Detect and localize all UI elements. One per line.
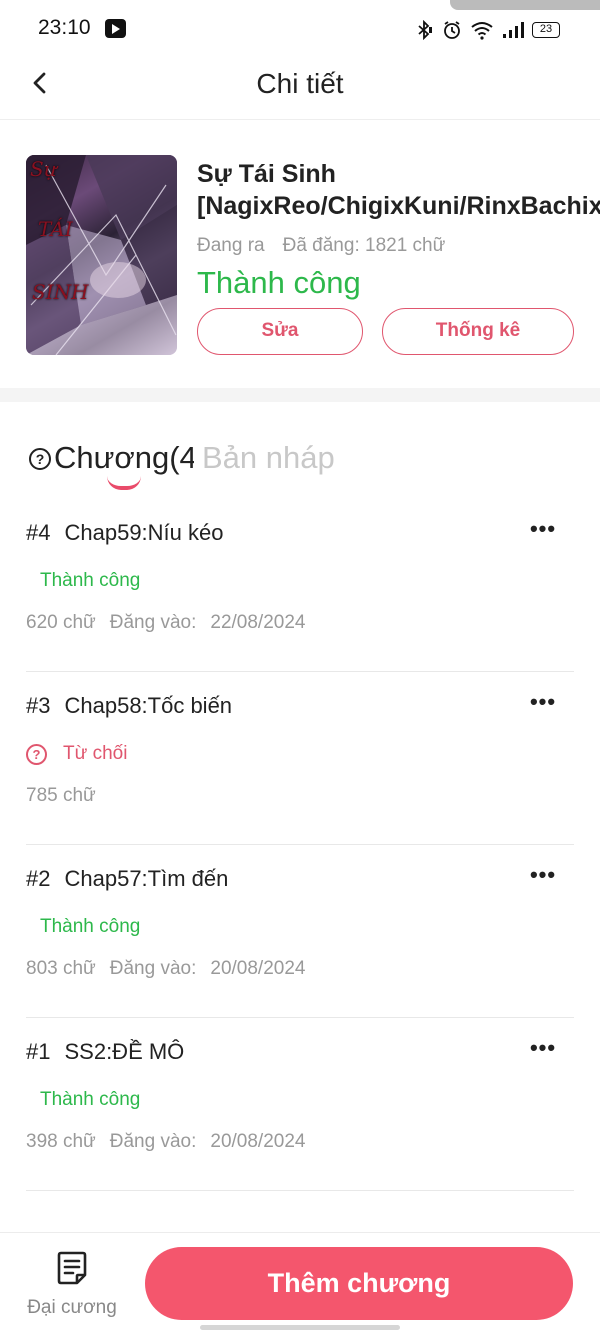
chapter-number: #1 [26,1039,51,1064]
chapter-item[interactable]: #3 Chap58:Tốc biến ••• ? Từ chối 785 chữ [26,671,574,845]
cover-title-text-2: TÁI [38,217,73,241]
tab-drafts[interactable]: Bản nháp [202,440,335,476]
outline-label: Đại cương [27,1297,117,1318]
header: Chi tiết [0,60,600,120]
chapter-posted-label: Đăng vào: [109,958,197,979]
book-meta: Đang ra Đã đăng: 1821 chữ [197,235,445,257]
battery-icon: 23 [532,22,560,38]
chapter-status-text: Từ chối [63,743,128,764]
section-divider [0,388,600,402]
alarm-icon [444,21,460,39]
chapter-item[interactable]: #2 Chap57:Tìm đến ••• Thành công 803 chữ Đ… [26,844,574,1018]
chapter-status: Thành công [40,916,141,937]
more-options-icon[interactable]: ••• [528,864,558,888]
book-review-status: Thành công [197,265,361,300]
chapter-name: Chap58:Tốc biến [64,693,233,718]
bluetooth-icon [418,20,432,40]
status-time: 23:10 [38,16,91,39]
chapter-meta: 620 chữ Đăng vào: 22/08/2024 [26,612,305,634]
more-options-icon[interactable]: ••• [528,518,558,542]
chapter-title: #1 SS2:ĐỀ MÔ [26,1039,184,1065]
chapter-word-count: 803 chữ [26,958,96,979]
media-app-icon [105,19,126,38]
chapter-number: #2 [26,866,51,891]
top-drag-pill [450,0,600,10]
home-indicator [200,1325,400,1330]
chapter-date: 22/08/2024 [210,612,306,633]
chapter-date: 20/08/2024 [210,958,306,979]
chapter-meta: 398 chữ Đăng vào: 20/08/2024 [26,1131,305,1153]
chapter-item[interactable]: #4 Chap59:Níu kéo ••• Thành công 620 chữ Đ… [26,498,574,672]
book-state: Đang ra [197,235,265,256]
book-cover-image[interactable]: Sự TÁI SINH [26,155,177,355]
chapter-status: ? Từ chối [26,743,127,765]
chapter-name: Chap59:Níu kéo [64,520,224,545]
signal-icon [503,22,524,38]
chapter-meta: 803 chữ Đăng vào: 20/08/2024 [26,958,305,980]
status-bar: 23:10 23 [0,0,600,60]
page-title: Chi tiết [256,68,344,99]
chapter-title: #3 Chap58:Tốc biến [26,693,232,719]
chapter-word-count: 398 chữ [26,1131,96,1152]
tab-bar: ? Chương(4) Bản nháp [0,402,600,498]
chapter-name: Chap57:Tìm đến [64,866,229,891]
chapter-status: Thành công [40,570,141,591]
outline-document-icon [57,1251,87,1285]
chapter-title: #2 Chap57:Tìm đến [26,866,228,892]
chapter-title: #4 Chap59:Níu kéo [26,520,223,546]
rejected-help-icon[interactable]: ? [26,743,47,765]
more-options-icon[interactable]: ••• [528,1037,558,1061]
chapter-posted-label: Đăng vào: [109,612,197,633]
help-icon[interactable]: ? [29,448,51,470]
chapter-posted-label: Đăng vào: [109,1131,197,1152]
chapter-number: #3 [26,693,51,718]
chapter-word-count: 620 chữ [26,612,96,633]
bottom-action-bar: Đại cương Thêm chương [0,1232,600,1333]
chapter-status: Thành công [40,1089,141,1110]
chapter-number: #4 [26,520,51,545]
cover-title-text-1: Sự [30,157,57,181]
status-icons: 23 [414,18,560,42]
chapter-date: 20/08/2024 [210,1131,306,1152]
cover-art [26,155,177,355]
tab-chapters[interactable]: Chương(4) [54,440,194,476]
book-info: Sự TÁI SINH Sự Tái Sinh [NagixReo/Chigix… [0,120,600,388]
cover-title-text-3: SINH [32,280,89,304]
chapter-item[interactable]: #1 SS2:ĐỀ MÔ ••• Thành công 398 chữ Đăng v… [26,1017,574,1191]
chapter-word-count: 785 chữ [26,785,96,806]
book-title: Sự Tái Sinh [NagixReo/ChigixKuni/RinxBac… [197,160,600,220]
edit-button[interactable]: Sửa [197,308,363,355]
chapter-meta: 785 chữ [26,785,96,807]
wifi-icon [471,22,493,40]
chapter-name: SS2:ĐỀ MÔ [64,1039,185,1064]
outline-button[interactable]: Đại cương [20,1251,124,1321]
stats-button[interactable]: Thống kê [382,308,574,355]
active-tab-indicator [107,476,141,490]
more-options-icon[interactable]: ••• [528,691,558,715]
book-word-count: Đã đăng: 1821 chữ [282,235,446,256]
add-chapter-button[interactable]: Thêm chương [145,1247,573,1320]
